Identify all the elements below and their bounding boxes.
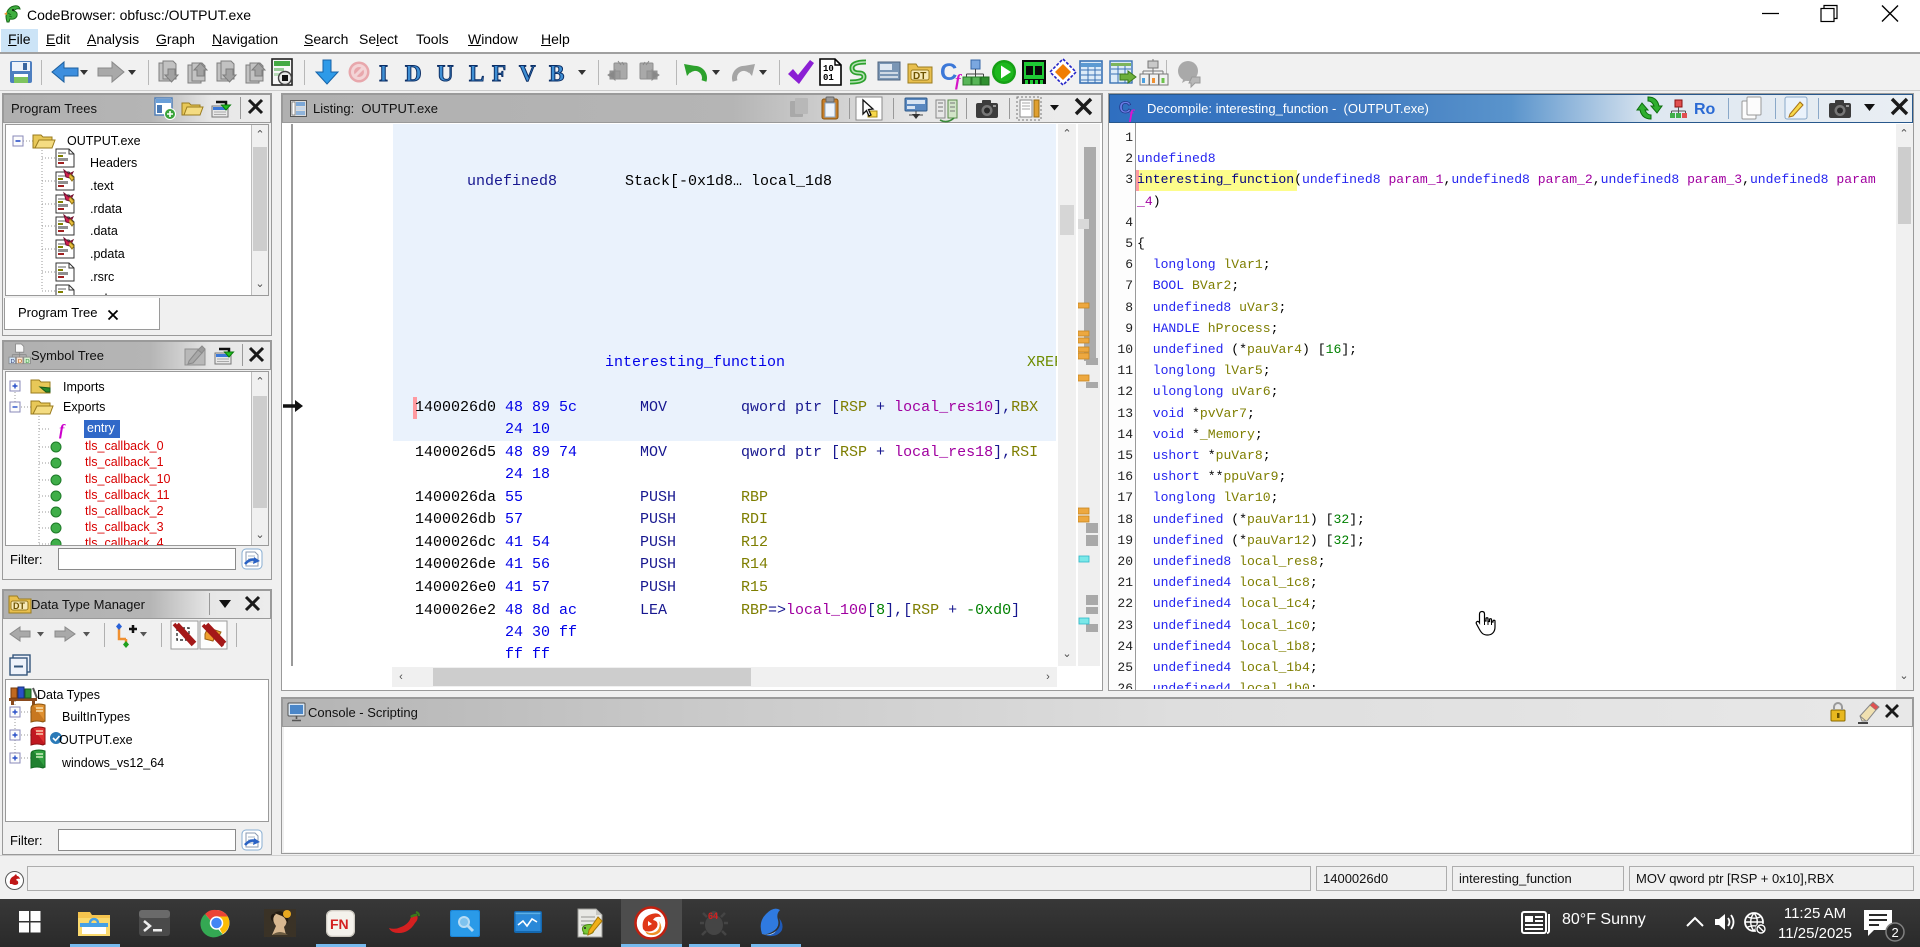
svg-text:FN: FN [330,916,349,932]
svg-text:Ro: Ro [1694,101,1716,118]
svg-text:D: D [405,61,422,86]
svg-text:2: 2 [1892,925,1899,940]
svg-text:f: f [955,71,963,90]
svg-text:f: f [59,422,66,439]
svg-text:DT: DT [13,601,25,611]
svg-text:D: D [18,359,22,365]
svg-text:V: V [519,61,536,86]
svg-text:I: I [379,61,388,86]
svg-text:F: F [492,61,506,86]
svg-text:f: f [1129,108,1135,122]
svg-text:D: D [25,359,29,365]
svg-text:L: L [469,61,484,86]
svg-text:01: 01 [823,73,834,83]
svg-text:64: 64 [708,911,718,921]
svg-text:U: U [437,61,454,86]
svg-text:D: D [11,359,15,365]
svg-text:B: B [549,61,564,86]
svg-text:DT: DT [913,71,926,82]
